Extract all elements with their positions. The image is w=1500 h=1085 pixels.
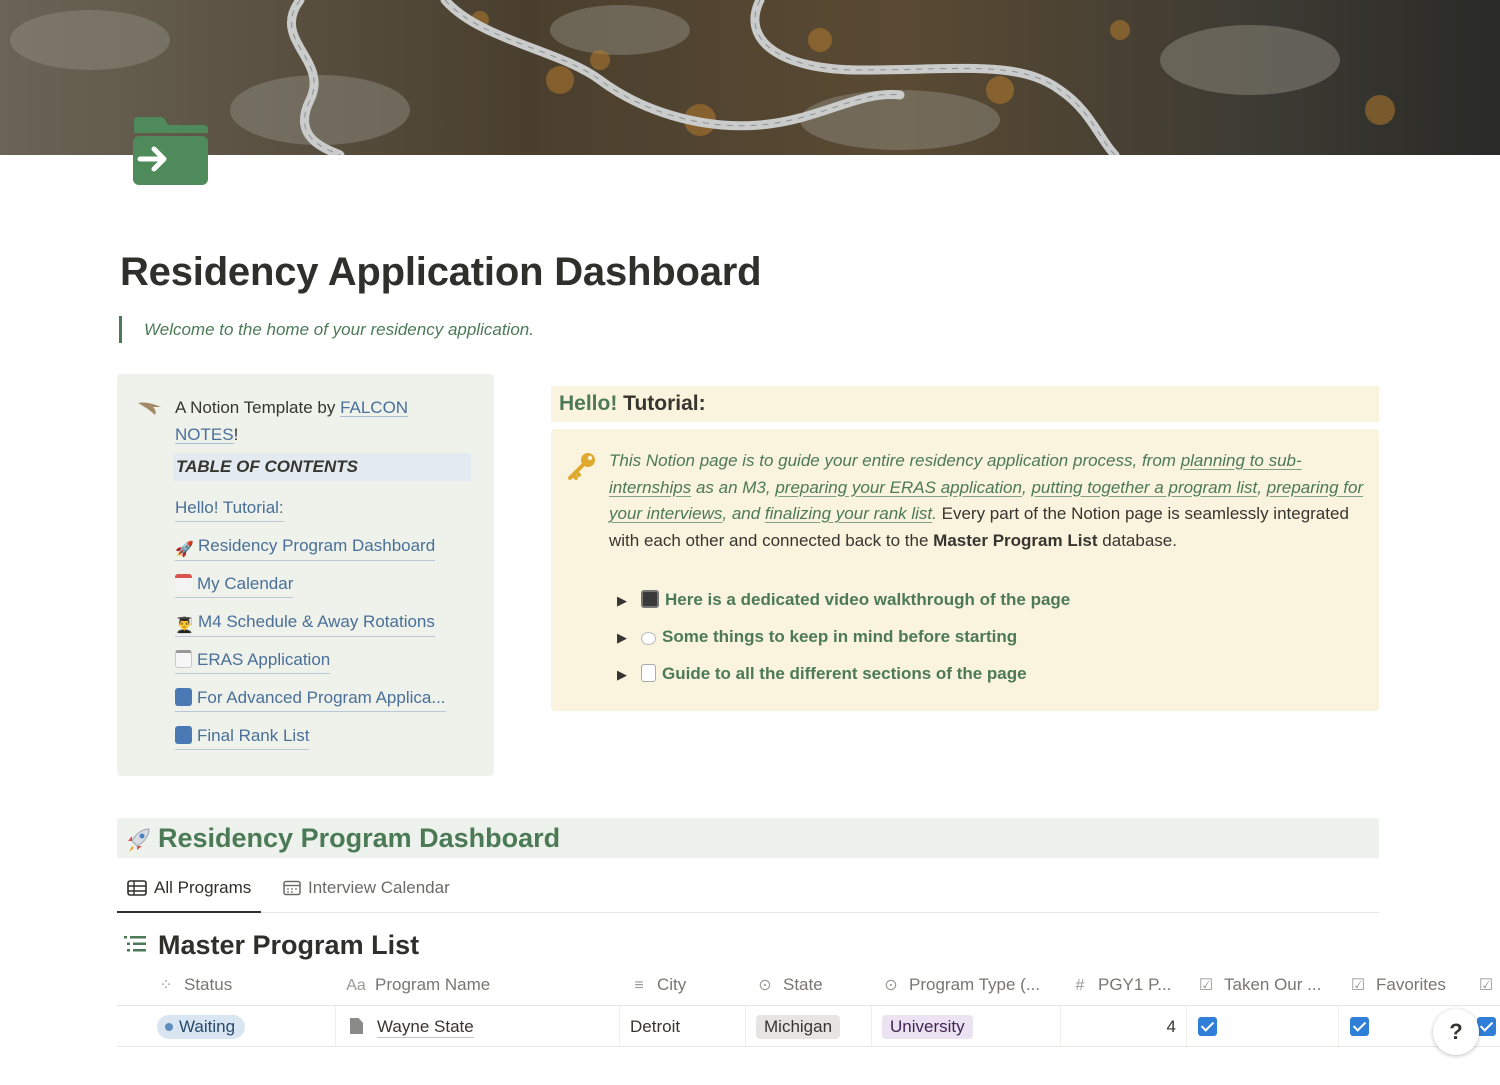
cell-program-name[interactable]: Wayne State [350, 1006, 474, 1046]
template-credit: A Notion Template by FALCON NOTES! [175, 398, 409, 444]
toc-heading: TABLE OF CONTENTS [173, 453, 471, 481]
column-status[interactable]: ⁘ Status [157, 967, 232, 1005]
page-icon [350, 1018, 363, 1034]
document-icon [641, 664, 656, 682]
rocket-icon [125, 825, 153, 865]
favorites-checkbox[interactable] [1350, 1017, 1369, 1036]
column-program-name[interactable]: Aa Program Name [346, 967, 490, 1005]
column-favorites[interactable]: ☑ Favorites [1349, 967, 1446, 1005]
key-icon [567, 451, 597, 486]
cell-pgy1[interactable]: 4 [1071, 1006, 1176, 1046]
tv-icon [641, 590, 659, 608]
table-row[interactable]: Waiting Wayne State Detroit Michigan Uni… [117, 1006, 1500, 1047]
rocket-icon: 🚀 [175, 541, 194, 558]
toggle-guide-sections[interactable]: ▶ Guide to all the different sections of … [617, 662, 1027, 687]
welcome-quote: Welcome to the home of your residency ap… [119, 316, 534, 343]
link-preparing-eras[interactable]: preparing your ERAS application [775, 478, 1022, 497]
triangle-right-icon[interactable]: ▶ [617, 589, 641, 613]
lines-icon: ≡ [634, 977, 644, 994]
checkbox-icon: ☑ [1478, 977, 1494, 994]
folder-arrow-icon[interactable] [130, 115, 210, 187]
link-program-list[interactable]: putting together a program list [1031, 478, 1257, 497]
column-city[interactable]: ≡ City [630, 967, 686, 1005]
toc-item-hello-tutorial[interactable]: Hello! Tutorial: [175, 496, 284, 522]
cell-program-type[interactable]: University [882, 1006, 973, 1046]
tab-interview-calendar[interactable]: Interview Calendar [283, 868, 450, 911]
cell-city[interactable]: Detroit [630, 1006, 680, 1046]
status-badge: Waiting [157, 1015, 246, 1039]
column-pgy1[interactable]: # PGY1 P... [1071, 967, 1172, 1005]
checkbox-icon: ☑ [1350, 977, 1366, 994]
dashboard-heading: Residency Program Dashboard [117, 818, 1379, 858]
toc-item-m4-schedule[interactable]: 👨‍🎓 M4 Schedule & Away Rotations [175, 610, 435, 637]
tutorial-heading: Hello! Tutorial: [551, 386, 1379, 422]
cell-state[interactable]: Michigan [756, 1006, 841, 1046]
tutorial-callout: This Notion page is to guide your entire… [551, 429, 1379, 711]
table-icon [127, 880, 147, 896]
program-type-tag: University [882, 1015, 973, 1039]
cell-favorites[interactable] [1350, 1006, 1369, 1046]
toc-item-advanced-program[interactable]: For Advanced Program Applica... [175, 686, 446, 712]
toggle-video-walkthrough[interactable]: ▶ Here is a dedicated video walkthrough o… [617, 588, 1070, 613]
tab-all-programs[interactable]: All Programs [117, 868, 262, 913]
table-header: ⁘ Status Aa Program Name ≡ City ⊙ State ⊙ Pro… [117, 967, 1500, 1006]
page-title: Residency Application Dashboard [120, 250, 762, 294]
list-icon [124, 927, 146, 961]
toc-panel: A Notion Template by FALCON NOTES! TABLE… [117, 374, 494, 776]
numbers-icon [175, 726, 192, 744]
triangle-right-icon[interactable]: ▶ [617, 663, 641, 687]
view-tabs: All Programs Interview Calendar [117, 868, 1379, 913]
checkbox[interactable] [1477, 1017, 1496, 1036]
thought-bubble-icon [641, 632, 656, 645]
select-icon: ⊙ [884, 977, 898, 994]
checkbox-icon: ☑ [1198, 977, 1214, 994]
callout-text: This Notion page is to guide your entire… [609, 451, 1364, 550]
calendar-icon [175, 574, 192, 592]
calendar-icon [283, 880, 301, 896]
bar-chart-icon [175, 688, 192, 706]
toggle-things-to-keep-in-mind[interactable]: ▶ Some things to keep in mind before star… [617, 625, 1017, 650]
column-more[interactable]: ☑ [1477, 967, 1500, 1005]
toc-item-residency-program-dashboard[interactable]: 🚀 Residency Program Dashboard [175, 534, 436, 561]
column-program-type[interactable]: ⊙ Program Type (... [882, 967, 1040, 1005]
number-icon: # [1075, 977, 1085, 994]
database-title[interactable]: Master Program List [124, 927, 419, 962]
status-icon: ⁘ [159, 977, 173, 994]
notepad-icon [175, 650, 192, 668]
column-state[interactable]: ⊙ State [756, 967, 822, 1005]
cell-more[interactable] [1477, 1006, 1496, 1046]
cell-status[interactable]: Waiting [157, 1006, 246, 1046]
student-icon: 👨‍🎓 [175, 617, 194, 634]
toc-item-final-rank-list[interactable]: Final Rank List [175, 724, 310, 750]
toc-item-eras-application[interactable]: ERAS Application [175, 648, 331, 674]
help-button[interactable]: ? [1433, 1009, 1479, 1055]
text-icon: Aa [346, 977, 366, 994]
cover-image [0, 0, 1500, 155]
select-icon: ⊙ [758, 977, 772, 994]
triangle-right-icon[interactable]: ▶ [617, 626, 641, 650]
taken-checkbox[interactable] [1198, 1017, 1217, 1036]
toc-item-my-calendar[interactable]: My Calendar [175, 572, 294, 598]
link-rank-list[interactable]: finalizing your rank list [765, 504, 932, 523]
state-tag: Michigan [756, 1015, 841, 1039]
bird-icon [137, 400, 163, 421]
column-taken[interactable]: ☑ Taken Our ... [1197, 967, 1322, 1005]
cell-taken[interactable] [1198, 1006, 1217, 1046]
